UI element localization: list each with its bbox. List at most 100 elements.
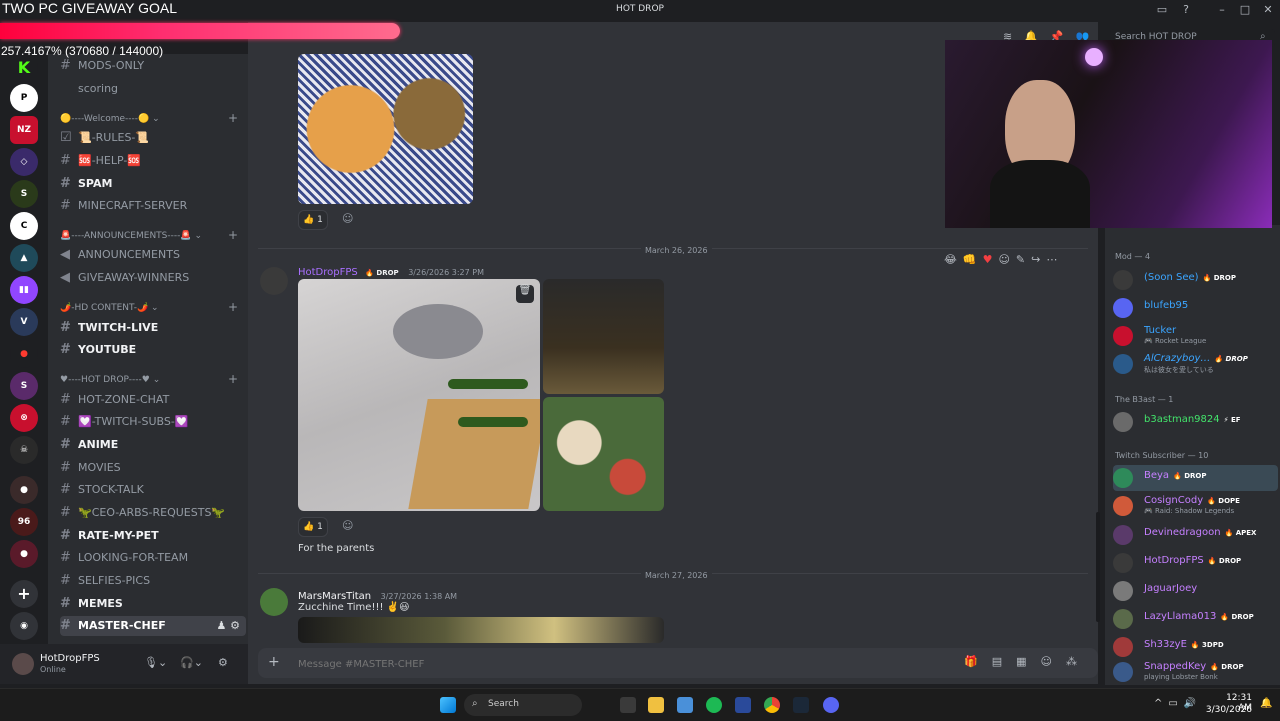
channel-hot-zone-chat[interactable]: # HOT-ZONE-CHAT bbox=[60, 390, 246, 410]
reply-icon[interactable]: ↪ bbox=[1031, 253, 1046, 266]
member-item[interactable]: AlCrazyboy… 🔥 DROP 私は彼女を愛している bbox=[1113, 351, 1278, 377]
inbox-icon[interactable]: ▭ bbox=[1154, 3, 1170, 19]
category-hotdrop[interactable]: ♥----HOT DROP----♥ ⌄ bbox=[60, 372, 160, 388]
avatar[interactable] bbox=[12, 653, 34, 675]
avatar[interactable] bbox=[260, 588, 288, 616]
server-avatar-icon[interactable]: ● bbox=[10, 476, 38, 504]
discover-icon[interactable]: ◉ bbox=[10, 612, 38, 640]
notepad-icon[interactable] bbox=[677, 697, 693, 713]
message-input[interactable] bbox=[296, 655, 920, 673]
channel-selfies-pics[interactable]: # SELFIES-PICS bbox=[60, 571, 246, 591]
channel-twitch-subs[interactable]: # 💟-TWITCH-SUBS-💟 bbox=[60, 412, 246, 432]
food-image-prep[interactable]: 🗑 bbox=[298, 279, 540, 511]
member-item[interactable]: blufeb95 bbox=[1113, 295, 1278, 321]
server-nzxt-icon[interactable]: NZ bbox=[10, 116, 38, 144]
channel-rate-my-pet[interactable]: # RATE-MY-PET bbox=[60, 526, 246, 546]
windows-start-icon[interactable] bbox=[440, 697, 456, 713]
message-author[interactable]: HotDropFPS bbox=[298, 267, 358, 278]
food-image-oven[interactable] bbox=[543, 279, 664, 394]
channel-master-chef[interactable]: # MASTER-CHEF ♟ ⚙ bbox=[60, 616, 246, 636]
discord-icon[interactable] bbox=[823, 697, 839, 713]
server-p-icon[interactable]: P bbox=[10, 84, 38, 112]
gear-icon[interactable]: ⚙ bbox=[218, 656, 228, 669]
volume-icon[interactable]: 🔊 bbox=[1184, 698, 1202, 709]
member-item[interactable]: Tucker 🎮 Rocket League bbox=[1113, 323, 1278, 349]
reaction-heart-icon[interactable]: ♥ bbox=[983, 253, 999, 266]
server-kick-icon[interactable]: K bbox=[10, 54, 38, 82]
channel-anime[interactable]: # ANIME bbox=[60, 435, 246, 455]
member-item[interactable]: JaguarJoey bbox=[1113, 578, 1278, 604]
channel-mods-only[interactable]: # MODS-ONLY bbox=[60, 56, 246, 76]
server-vast-icon[interactable]: V bbox=[10, 308, 38, 336]
file-explorer-icon[interactable] bbox=[648, 697, 664, 713]
add-server-icon[interactable]: + bbox=[10, 580, 38, 608]
member-item[interactable]: LazyLlama013 🔥 DROP bbox=[1113, 606, 1278, 632]
delete-icon[interactable]: 🗑 bbox=[516, 285, 534, 303]
channel-youtube[interactable]: # YOUTUBE bbox=[60, 340, 246, 360]
member-item[interactable]: Devinedragoon 🔥 APEX bbox=[1113, 522, 1278, 548]
help-icon[interactable]: ? bbox=[1178, 3, 1194, 19]
task-view-icon[interactable] bbox=[620, 697, 636, 713]
avatar[interactable] bbox=[260, 267, 288, 295]
channel-twitch-live[interactable]: # TWITCH-LIVE bbox=[60, 318, 246, 338]
chrome-icon[interactable] bbox=[764, 697, 780, 713]
add-reaction-icon[interactable]: ☺ bbox=[342, 212, 353, 225]
category-content[interactable]: 🌶️-HD CONTENT-🌶️ ⌄ bbox=[60, 300, 159, 316]
channel-movies[interactable]: # MOVIES bbox=[60, 458, 246, 478]
server-c-icon[interactable]: C bbox=[10, 212, 38, 240]
microphone-icon[interactable]: 🎙⌄ bbox=[144, 656, 167, 669]
edit-icon[interactable]: ✎ bbox=[1016, 253, 1031, 266]
headphones-icon[interactable]: 🎧⌄ bbox=[180, 656, 203, 669]
server-pin-icon[interactable]: ● bbox=[10, 340, 38, 368]
gif-icon[interactable]: ▤ bbox=[992, 655, 1016, 668]
member-item[interactable]: (Soon See) 🔥 DROP bbox=[1113, 267, 1278, 293]
scrollbar[interactable] bbox=[1096, 512, 1100, 622]
reaction-thumbs-up[interactable]: 👍 1 bbox=[298, 210, 328, 230]
add-channel-icon[interactable]: + bbox=[228, 372, 238, 386]
chevron-up-icon[interactable]: ^ bbox=[1154, 698, 1168, 709]
add-channel-icon[interactable]: + bbox=[228, 300, 238, 314]
clock-date[interactable]: 3/30/2026 bbox=[1204, 705, 1252, 715]
channel-help[interactable]: # 🆘-HELP-🆘 bbox=[60, 151, 246, 171]
category-welcome[interactable]: 🟡----Welcome----🟡 ⌄ bbox=[60, 111, 160, 127]
channel-scoring[interactable]: scoring bbox=[60, 79, 246, 99]
food-image-tray[interactable] bbox=[543, 397, 664, 511]
server-sanctuary-icon[interactable]: S bbox=[10, 180, 38, 208]
add-reaction-icon[interactable]: ☺ bbox=[998, 253, 1015, 266]
food-image-zucchini[interactable] bbox=[298, 617, 664, 643]
sticker-icon[interactable]: ▦ bbox=[1016, 655, 1040, 668]
member-item[interactable]: SnappedKey 🔥 DROP playing Lobster Bonk bbox=[1113, 659, 1278, 685]
maximize-button[interactable]: □ bbox=[1237, 3, 1253, 19]
reaction-fist-icon[interactable]: 👊 bbox=[963, 253, 983, 266]
notifications-icon[interactable]: 🔔 bbox=[1260, 698, 1272, 709]
server-cube-icon[interactable]: ◇ bbox=[10, 148, 38, 176]
attach-plus-icon[interactable]: + bbox=[268, 654, 280, 670]
member-item[interactable]: b3astman9824 ⚡ EF bbox=[1113, 409, 1278, 435]
message-author[interactable]: MarsMarsTitan bbox=[298, 591, 371, 602]
close-button[interactable]: ✕ bbox=[1260, 3, 1276, 19]
channel-stock-talk[interactable]: # STOCK-TALK bbox=[60, 480, 246, 500]
reaction-laugh-icon[interactable]: 😂 bbox=[944, 253, 963, 266]
channel-minecraft[interactable]: # MINECRAFT-SERVER bbox=[60, 196, 246, 216]
gift-icon[interactable]: 🎁 bbox=[964, 655, 992, 668]
hud-fx-icon[interactable] bbox=[735, 697, 751, 713]
member-item[interactable]: Beya 🔥 DROP bbox=[1113, 465, 1278, 491]
server-x-icon[interactable]: ⊗ bbox=[10, 404, 38, 432]
spotify-icon[interactable] bbox=[706, 697, 722, 713]
server-96-icon[interactable]: 96 bbox=[10, 508, 38, 536]
server-red-icon[interactable]: ● bbox=[10, 540, 38, 568]
server-aoe-icon[interactable]: ▲ bbox=[10, 244, 38, 272]
minimize-button[interactable]: – bbox=[1214, 3, 1230, 19]
emoji-icon[interactable]: ☺ bbox=[1041, 655, 1066, 668]
invite-settings-icon[interactable]: ♟ ⚙ bbox=[216, 616, 240, 636]
add-channel-icon[interactable]: + bbox=[228, 111, 238, 125]
server-twitch-icon[interactable]: ▮▮ bbox=[10, 276, 38, 304]
apps-icon[interactable]: ⁂ bbox=[1066, 655, 1091, 668]
reaction-thumbs-up[interactable]: 👍 1 bbox=[298, 517, 328, 537]
channel-memes[interactable]: # MEMES bbox=[60, 594, 246, 614]
channel-spam[interactable]: # SPAM bbox=[60, 174, 246, 194]
steam-icon[interactable] bbox=[793, 697, 809, 713]
add-channel-icon[interactable]: + bbox=[228, 228, 238, 242]
food-image-sandwich[interactable] bbox=[298, 54, 473, 204]
member-item[interactable]: Sh33zyE 🔥 3DPD bbox=[1113, 634, 1278, 660]
